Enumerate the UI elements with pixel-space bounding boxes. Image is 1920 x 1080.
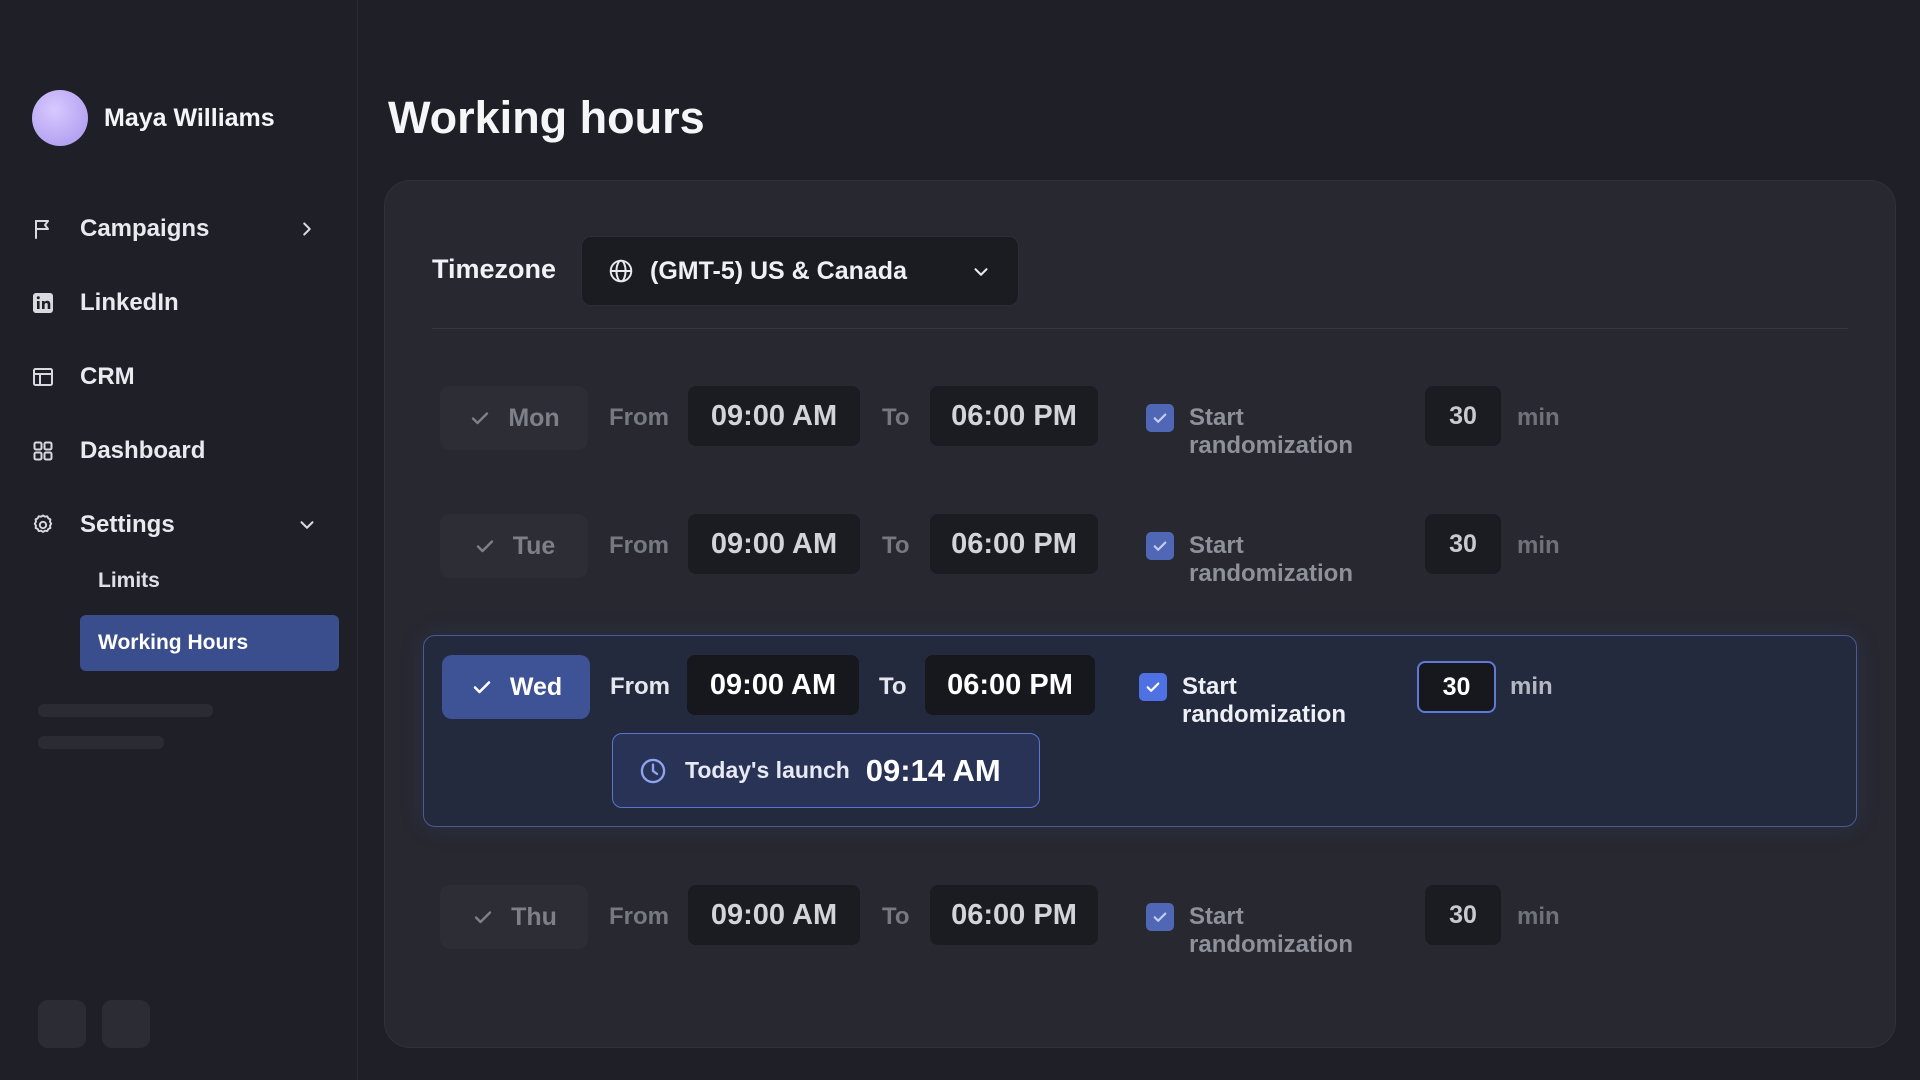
minutes-unit-label: min xyxy=(1517,903,1560,930)
day-toggle-thu[interactable]: Thu xyxy=(440,885,588,949)
timezone-select[interactable]: (GMT-5) US & Canada xyxy=(581,236,1019,306)
randomization-checkbox[interactable] xyxy=(1146,903,1174,931)
to-label: To xyxy=(882,903,910,930)
from-label: From xyxy=(610,673,670,700)
check-icon xyxy=(472,412,489,425)
divider xyxy=(432,328,1848,329)
user-name: Maya Williams xyxy=(104,103,275,132)
from-time-field[interactable]: 09:00 AM xyxy=(688,885,860,945)
sidebar-item-crm[interactable]: CRM xyxy=(30,340,330,414)
check-icon xyxy=(1153,541,1167,551)
skeleton-placeholder xyxy=(38,736,164,749)
to-time-field[interactable]: 06:00 PM xyxy=(925,655,1095,715)
sidebar-item-label: Dashboard xyxy=(80,437,206,464)
sidebar-item-campaigns[interactable]: Campaigns xyxy=(30,192,330,266)
sidebar-item-label: Campaigns xyxy=(80,215,210,242)
randomization-minutes-input[interactable]: 30 xyxy=(1425,885,1501,945)
chevron-down-icon xyxy=(974,268,988,276)
randomization-label: Start randomization xyxy=(1189,404,1354,459)
day-label: Mon xyxy=(508,403,560,432)
from-time-field[interactable]: 09:00 AM xyxy=(688,386,860,446)
day-label: Thu xyxy=(511,902,557,931)
day-toggle-wed[interactable]: Wed xyxy=(442,655,590,719)
day-label: Tue xyxy=(512,531,556,560)
globe-icon xyxy=(609,259,633,283)
check-icon xyxy=(474,911,492,924)
linkedin-icon xyxy=(30,290,56,316)
flag-icon xyxy=(30,216,56,242)
from-time-field[interactable]: 09:00 AM xyxy=(688,514,860,574)
to-label: To xyxy=(882,532,910,559)
minutes-unit-label: min xyxy=(1517,404,1560,431)
check-icon xyxy=(473,681,491,694)
minutes-unit-label: min xyxy=(1510,673,1553,700)
day-label: Wed xyxy=(509,672,563,701)
timezone-label: Timezone xyxy=(432,254,557,284)
to-time-field[interactable]: 06:00 PM xyxy=(930,514,1098,574)
check-icon xyxy=(476,540,493,553)
randomization-label: Start randomization xyxy=(1189,532,1354,587)
page-title: Working hours xyxy=(388,92,705,143)
footer-button[interactable] xyxy=(102,1000,150,1048)
skeleton-placeholder xyxy=(38,704,213,717)
sidebar: Maya Williams Campaigns LinkedIn CRM Das… xyxy=(0,0,358,1080)
randomization-checkbox[interactable] xyxy=(1146,404,1174,432)
todays-launch-badge: Today's launch 09:14 AM xyxy=(612,733,1040,808)
launch-time: 09:14 AM xyxy=(865,752,1001,788)
sidebar-item-label: CRM xyxy=(80,363,135,390)
randomization-label: Start randomization xyxy=(1189,903,1354,958)
randomization-label: Start randomization xyxy=(1182,673,1347,728)
sidebar-item-dashboard[interactable]: Dashboard xyxy=(30,414,330,488)
table-icon xyxy=(30,364,56,390)
gear-icon xyxy=(30,512,56,538)
to-time-field[interactable]: 06:00 PM xyxy=(930,386,1098,446)
timezone-value: (GMT-5) US & Canada xyxy=(650,256,907,285)
chevron-right-icon xyxy=(303,222,311,236)
to-time-field[interactable]: 06:00 PM xyxy=(930,885,1098,945)
user-profile[interactable]: Maya Williams xyxy=(32,90,275,146)
sidebar-item-label: Settings xyxy=(80,511,175,538)
sidebar-subitem-working-hours[interactable]: Working Hours xyxy=(80,615,339,671)
check-icon xyxy=(1146,682,1160,692)
from-time-field[interactable]: 09:00 AM xyxy=(687,655,859,715)
from-label: From xyxy=(609,903,669,930)
randomization-minutes-input[interactable]: 30 xyxy=(1417,661,1496,713)
to-label: To xyxy=(882,404,910,431)
minutes-unit-label: min xyxy=(1517,532,1560,559)
clock-icon xyxy=(640,758,666,783)
sidebar-subitem-limits[interactable]: Limits xyxy=(80,553,339,609)
avatar[interactable] xyxy=(32,90,88,146)
day-toggle-tue[interactable]: Tue xyxy=(440,514,588,578)
from-label: From xyxy=(609,404,669,431)
launch-label: Today's launch xyxy=(685,757,850,783)
sidebar-item-settings[interactable]: Settings xyxy=(30,488,330,562)
randomization-minutes-input[interactable]: 30 xyxy=(1425,514,1501,574)
randomization-checkbox[interactable] xyxy=(1139,673,1167,701)
day-toggle-mon[interactable]: Mon xyxy=(440,386,588,450)
sidebar-item-linkedin[interactable]: LinkedIn xyxy=(30,266,330,340)
check-icon xyxy=(1153,912,1167,922)
sidebar-nav: Campaigns LinkedIn CRM Dashboard Setting… xyxy=(30,192,330,562)
randomization-checkbox[interactable] xyxy=(1146,532,1174,560)
dashboard-grid-icon xyxy=(30,438,56,464)
chevron-down-icon xyxy=(300,521,314,529)
from-label: From xyxy=(609,532,669,559)
to-label: To xyxy=(879,673,907,700)
randomization-minutes-input[interactable]: 30 xyxy=(1425,386,1501,446)
footer-button[interactable] xyxy=(38,1000,86,1048)
check-icon xyxy=(1153,413,1167,423)
sidebar-item-label: LinkedIn xyxy=(80,289,179,316)
